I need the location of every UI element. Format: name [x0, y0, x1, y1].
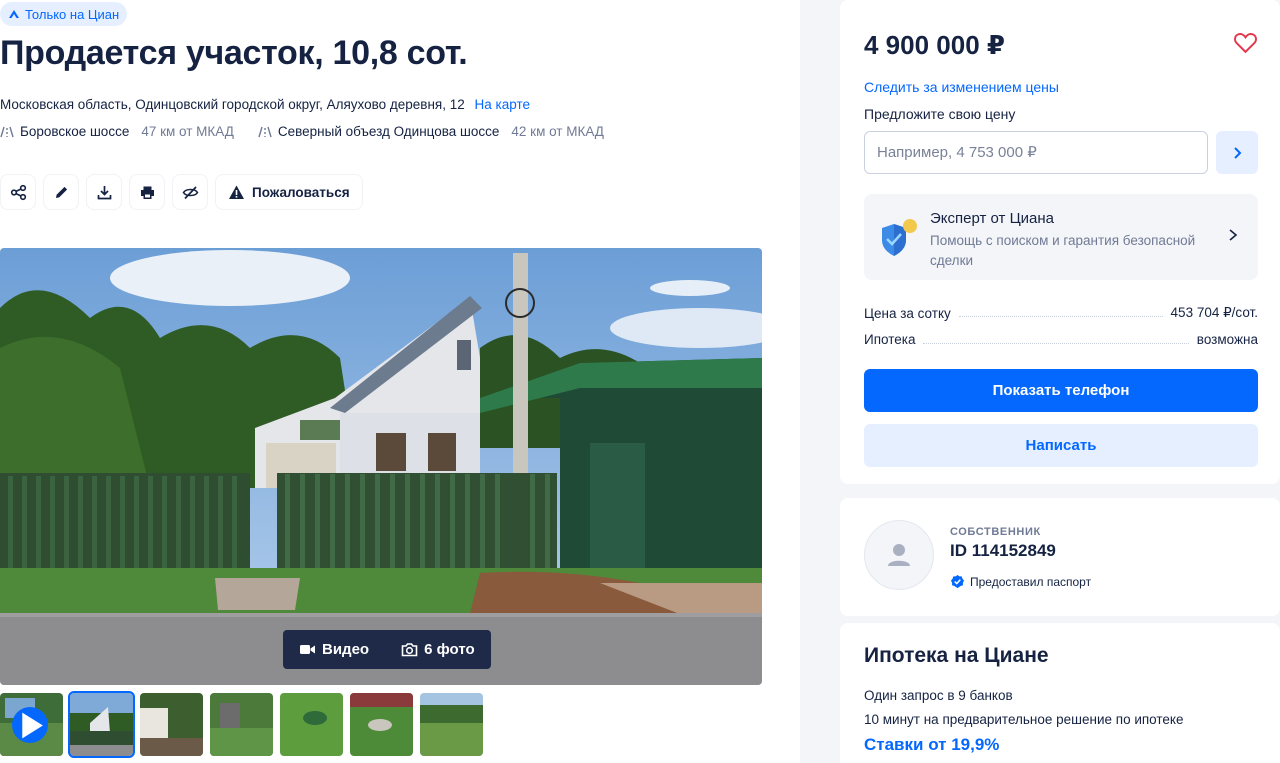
edit-button[interactable]: [43, 174, 79, 210]
price: 4 900 000 ₽: [864, 30, 1005, 60]
printer-icon: [140, 186, 154, 199]
video-label: Видео: [322, 641, 370, 658]
thumbnail-photo[interactable]: [140, 693, 203, 756]
row-value: 453 704 ₽/сот.: [1170, 305, 1258, 320]
thumbnail-image: [70, 693, 133, 756]
chevron-right-icon: [1226, 226, 1240, 249]
road-icon: [258, 126, 272, 137]
badge-label: Только на Циан: [25, 6, 120, 22]
complain-label: Пожаловаться: [252, 184, 350, 200]
dotted-divider: [958, 309, 1163, 317]
highway-item: Боровское шоссе 47 км от МКАД: [0, 124, 234, 139]
verified-badge-icon: [950, 574, 965, 589]
dotted-divider: [923, 336, 1189, 344]
only-on-cian-badge: Только на Циан: [0, 2, 128, 26]
thumbnail-photo[interactable]: [68, 691, 135, 758]
highway-distance: 47 км от МКАД: [141, 124, 234, 139]
address-text: Московская область, Одинцовский городско…: [0, 97, 465, 112]
mortgage-card: Ипотека на Циане Один запрос в 9 банков …: [840, 623, 1280, 763]
highway-item: Северный объезд Одинцова шоссе 42 км от …: [258, 124, 604, 139]
row-label: Ипотека: [864, 332, 916, 347]
highway-name: Боровское шоссе: [20, 124, 130, 139]
thumbnail-photo[interactable]: [210, 693, 273, 756]
mortgage-title: Ипотека на Циане: [864, 644, 1049, 667]
mortgage-rate-link[interactable]: Ставки от 19,9%: [864, 735, 999, 755]
offer-price-label: Предложите свою цену: [864, 106, 1016, 122]
thumbnail-image: [350, 693, 413, 756]
print-button[interactable]: [129, 174, 165, 210]
download-button[interactable]: [86, 174, 122, 210]
action-toolbar: Пожаловаться: [0, 174, 363, 210]
photos-button[interactable]: 6 фото: [385, 630, 491, 669]
share-icon: [10, 184, 26, 200]
warning-icon: [229, 185, 244, 199]
media-buttons: Видео 6 фото: [283, 630, 491, 669]
expert-title: Эксперт от Циана: [930, 210, 1055, 227]
shield-icon: [878, 216, 922, 265]
thumbnail-image: [280, 693, 343, 756]
owner-card: СОБСТВЕННИК ID 114152849 Предоставил пас…: [840, 498, 1280, 616]
highway-distance: 42 км от МКАД: [511, 124, 604, 139]
thumbnail-photo[interactable]: [420, 693, 483, 756]
row-label: Цена за сотку: [864, 305, 951, 321]
thumbnail-photo[interactable]: [280, 693, 343, 756]
avatar[interactable]: [864, 520, 934, 590]
main-photo[interactable]: Видео 6 фото: [0, 248, 762, 685]
share-button[interactable]: [0, 174, 36, 210]
cian-icon: [9, 10, 19, 18]
offer-price-input[interactable]: [864, 131, 1208, 174]
play-icon: [12, 707, 48, 743]
row-value: возможна: [1196, 332, 1258, 347]
passport-label: Предоставил паспорт: [970, 574, 1092, 589]
thumbnail-strip: [0, 691, 483, 758]
thumbnail-image: [420, 693, 483, 756]
thumbnail-video[interactable]: [0, 693, 63, 756]
house-photo: [0, 248, 762, 685]
hide-button[interactable]: [172, 174, 208, 210]
video-camera-icon: [300, 645, 315, 654]
thumbnail-image: [140, 693, 203, 756]
highways: Боровское шоссе 47 км от МКАД Северный о…: [0, 124, 604, 139]
offer-submit-button[interactable]: [1216, 131, 1258, 174]
hide-icon: [182, 185, 198, 199]
mortgage-row: Ипотека возможна: [864, 332, 1258, 347]
pencil-icon: [55, 186, 67, 198]
address: Московская область, Одинцовский городско…: [0, 97, 530, 112]
favorite-button[interactable]: [1233, 30, 1258, 60]
thumbnail-image: [210, 693, 273, 756]
price-per-sotka-row: Цена за сотку 453 704 ₽/сот.: [864, 305, 1258, 321]
owner-id: ID 114152849: [950, 541, 1056, 560]
price-card: 4 900 000 ₽ Следить за изменением цены П…: [840, 0, 1280, 484]
write-message-button[interactable]: Написать: [864, 424, 1258, 467]
page-title: Продается участок, 10,8 сот.: [0, 34, 468, 72]
show-phone-button[interactable]: Показать телефон: [864, 369, 1258, 412]
follow-price-link[interactable]: Следить за изменением цены: [864, 79, 1059, 95]
expert-subtitle: Помощь с поиском и гарантия безопасной с…: [930, 233, 1196, 268]
map-link[interactable]: На карте: [475, 97, 530, 112]
listing-main: Только на Циан Продается участок, 10,8 с…: [0, 0, 800, 763]
mortgage-line-1: Один запрос в 9 банков: [864, 688, 1013, 703]
road-icon: [0, 126, 14, 137]
photos-label: 6 фото: [424, 641, 475, 658]
video-button[interactable]: Видео: [283, 630, 385, 669]
complain-button[interactable]: Пожаловаться: [215, 174, 363, 210]
camera-icon: [401, 643, 418, 657]
heart-icon: [1234, 33, 1257, 54]
chevron-right-icon: [1234, 146, 1242, 159]
expert-banner[interactable]: Эксперт от Циана Помощь с поиском и гара…: [864, 194, 1258, 280]
download-icon: [97, 185, 111, 199]
passport-verified: Предоставил паспорт: [950, 574, 1091, 589]
owner-role: СОБСТВЕННИК: [950, 526, 1041, 538]
thumbnail-photo[interactable]: [350, 693, 413, 756]
user-icon: [888, 544, 910, 566]
highway-name: Северный объезд Одинцова шоссе: [277, 124, 500, 139]
mortgage-line-2: 10 минут на предварительное решение по и…: [864, 712, 1184, 727]
